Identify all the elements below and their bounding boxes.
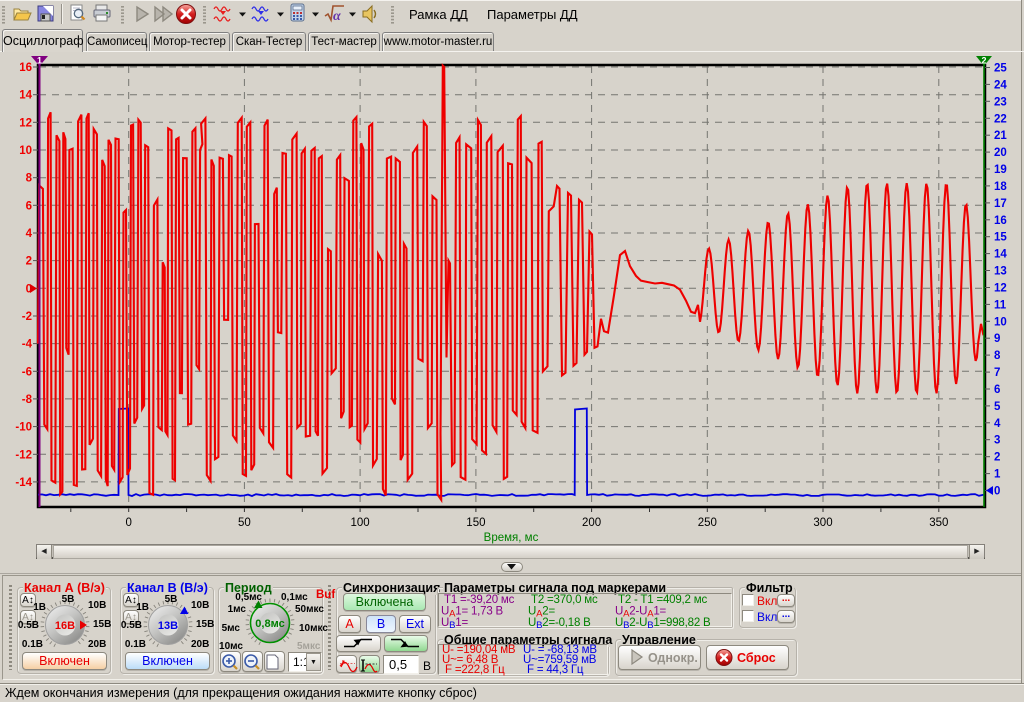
svg-text:5мкс: 5мкс bbox=[297, 641, 321, 652]
svg-text:1В: 1В bbox=[136, 602, 149, 613]
svg-text:8: 8 bbox=[26, 173, 33, 185]
svg-text:13В: 13В bbox=[158, 620, 178, 632]
svg-text:0: 0 bbox=[994, 486, 1000, 498]
svg-text:20: 20 bbox=[994, 147, 1007, 159]
svg-text:-6: -6 bbox=[22, 366, 32, 378]
svg-text:50мкс: 50мкс bbox=[295, 604, 324, 615]
svg-text:50: 50 bbox=[238, 517, 251, 529]
svg-text:-4: -4 bbox=[22, 339, 33, 351]
svg-text:-14: -14 bbox=[15, 477, 32, 489]
svg-text:9: 9 bbox=[994, 333, 1000, 345]
svg-text:UB2-UB1=998,82 В: UB2-UB1=998,82 В bbox=[615, 617, 711, 630]
svg-text:14: 14 bbox=[19, 90, 32, 102]
svg-text:17: 17 bbox=[994, 198, 1007, 210]
svg-text:25: 25 bbox=[994, 63, 1007, 75]
svg-text:15В: 15В bbox=[196, 619, 214, 630]
svg-text:-8: -8 bbox=[22, 394, 33, 406]
svg-text:18: 18 bbox=[994, 181, 1007, 193]
svg-text:0: 0 bbox=[125, 517, 131, 529]
svg-text:F =222,8 Гц: F =222,8 Гц bbox=[445, 664, 505, 676]
svg-text:T2 - T1 =409,2 мс: T2 - T1 =409,2 мс bbox=[618, 594, 707, 606]
svg-text:3: 3 bbox=[994, 435, 1000, 447]
svg-text:10В: 10В bbox=[191, 600, 209, 611]
svg-text:24: 24 bbox=[994, 79, 1007, 91]
svg-text:13: 13 bbox=[994, 266, 1007, 278]
svg-text:5В: 5В bbox=[62, 594, 75, 605]
svg-text:0,1мс: 0,1мс bbox=[281, 592, 308, 603]
svg-text:2: 2 bbox=[981, 56, 986, 66]
svg-text:12: 12 bbox=[994, 283, 1007, 295]
svg-text:1: 1 bbox=[37, 56, 42, 66]
svg-text:2: 2 bbox=[26, 256, 32, 268]
svg-text:15: 15 bbox=[994, 232, 1007, 244]
svg-text:0,5мс: 0,5мс bbox=[235, 592, 262, 603]
svg-text:F = 44,3 Гц: F = 44,3 Гц bbox=[527, 664, 584, 676]
svg-text:2: 2 bbox=[994, 452, 1000, 464]
svg-text:-12: -12 bbox=[15, 449, 32, 461]
svg-text:1мс: 1мс bbox=[228, 604, 247, 615]
svg-text:UB1=: UB1= bbox=[441, 617, 468, 630]
svg-text:0.5В: 0.5В bbox=[121, 620, 142, 631]
svg-text:200: 200 bbox=[582, 517, 601, 529]
svg-text:4: 4 bbox=[26, 228, 33, 240]
svg-text:10: 10 bbox=[994, 316, 1007, 328]
svg-text:8: 8 bbox=[994, 350, 1001, 362]
svg-text:-2: -2 bbox=[22, 311, 32, 323]
svg-text:19: 19 bbox=[994, 164, 1007, 176]
svg-text:10мкс: 10мкс bbox=[299, 623, 328, 634]
svg-text:10: 10 bbox=[19, 145, 32, 157]
svg-text:15В: 15В bbox=[93, 619, 111, 630]
svg-text:1В: 1В bbox=[33, 602, 46, 613]
svg-text:100: 100 bbox=[351, 517, 370, 529]
svg-text:16В: 16В bbox=[55, 620, 75, 632]
svg-text:6: 6 bbox=[994, 384, 1000, 396]
svg-text:Однокр.: Однокр. bbox=[648, 651, 698, 665]
svg-text:23: 23 bbox=[994, 96, 1007, 108]
svg-text:250: 250 bbox=[698, 517, 717, 529]
svg-text:0.1В: 0.1В bbox=[22, 639, 43, 650]
svg-text:5: 5 bbox=[994, 401, 1001, 413]
svg-text:150: 150 bbox=[466, 517, 485, 529]
svg-text:T2 =370,0 мс: T2 =370,0 мс bbox=[531, 594, 598, 606]
svg-text:20В: 20В bbox=[191, 639, 209, 650]
svg-text:5В: 5В bbox=[165, 594, 178, 605]
svg-text:16: 16 bbox=[19, 62, 32, 74]
svg-text:11: 11 bbox=[994, 299, 1007, 311]
svg-text:14: 14 bbox=[994, 249, 1007, 261]
svg-text:10В: 10В bbox=[88, 600, 106, 611]
svg-text:T1 =-39,20 мс: T1 =-39,20 мс bbox=[444, 594, 515, 606]
svg-text:0,8мс: 0,8мс bbox=[255, 618, 284, 630]
svg-text:12: 12 bbox=[19, 117, 32, 129]
svg-text:6: 6 bbox=[26, 200, 32, 212]
svg-text:0.1В: 0.1В bbox=[125, 639, 146, 650]
svg-text:5мс: 5мс bbox=[222, 623, 241, 634]
svg-text:22: 22 bbox=[994, 113, 1007, 125]
svg-text:21: 21 bbox=[994, 130, 1007, 142]
svg-text:UA1= 1,73 В: UA1= 1,73 В bbox=[441, 606, 504, 620]
svg-text:16: 16 bbox=[994, 215, 1007, 227]
svg-text:Сброс: Сброс bbox=[737, 651, 776, 665]
svg-text:20В: 20В bbox=[88, 639, 106, 650]
svg-text:1: 1 bbox=[994, 469, 1001, 481]
svg-text:-10: -10 bbox=[15, 422, 32, 434]
svg-text:4: 4 bbox=[994, 418, 1001, 430]
svg-text:Время, мс: Время, мс bbox=[484, 532, 539, 544]
svg-text:0.5В: 0.5В bbox=[18, 620, 39, 631]
svg-text:350: 350 bbox=[929, 517, 948, 529]
svg-text:Buf: Buf bbox=[316, 589, 335, 601]
svg-text:300: 300 bbox=[813, 517, 832, 529]
svg-text:7: 7 bbox=[994, 367, 1000, 379]
